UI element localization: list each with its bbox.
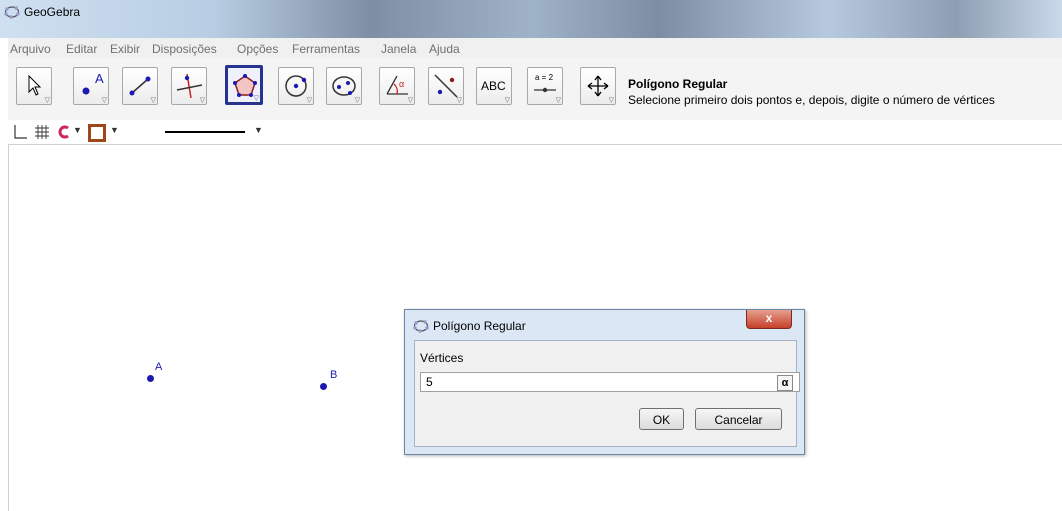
menu-exibir[interactable]: Exibir [110,42,140,56]
title-bar: GeoGebra [0,0,1062,38]
vertices-label: Vértices [420,351,464,365]
color-swatch-icon[interactable] [88,124,106,142]
point-tool-button[interactable]: A ▽ [73,67,109,105]
text-tool-icon: ABC [481,79,506,93]
grid-toggle-icon[interactable] [34,124,50,140]
axes-toggle-icon[interactable] [12,124,28,140]
point-tool-label: A [95,71,104,86]
perpendicular-tool-button[interactable]: ▽ [171,67,207,105]
line-style-icon[interactable] [165,131,245,133]
active-tool-title: Polígono Regular [628,77,728,91]
menu-bar: Arquivo Editar Exibir Disposições Opções… [8,38,1062,59]
menu-janela[interactable]: Janela [381,42,416,56]
active-tool-description: Selecione primeiro dois pontos e, depois… [628,93,995,107]
ok-button[interactable]: OK [639,408,684,430]
point-a[interactable] [147,375,154,382]
menu-disposicoes[interactable]: Disposições [152,42,217,56]
regular-polygon-dialog: Polígono Regular x Vértices α OK Cancela… [404,309,805,455]
reflect-tool-button[interactable]: ▽ [428,67,464,105]
point-a-label: A [155,361,163,373]
vertices-input[interactable] [420,372,800,392]
conic-tool-button[interactable]: ▽ [326,67,362,105]
move-tool-button[interactable]: ▽ [16,67,52,105]
cancel-button[interactable]: Cancelar [695,408,782,430]
geogebra-logo-icon [4,6,20,19]
magnet-icon[interactable] [57,125,71,139]
dialog-title: Polígono Regular [433,319,526,333]
regular-polygon-tool-button[interactable]: ▽ [225,65,263,105]
text-tool-button[interactable]: ABC ▽ [476,67,512,105]
close-button[interactable]: x [746,310,792,329]
point-b[interactable] [320,383,327,390]
color-dropdown-icon[interactable]: ▼ [110,125,119,135]
geogebra-dialog-icon [413,320,429,333]
move-graphics-view-tool-button[interactable]: ▽ [580,67,616,105]
line-style-dropdown-icon[interactable]: ▼ [254,125,263,135]
slider-tool-button[interactable]: a = 2 ▽ [527,67,563,105]
point-b-label: B [330,369,338,381]
line-tool-button[interactable]: ▽ [122,67,158,105]
dialog-body: Vértices α OK Cancelar [414,340,800,447]
magnet-dropdown-icon[interactable]: ▼ [73,125,82,135]
alpha-symbol-button[interactable]: α [777,375,793,391]
menu-arquivo[interactable]: Arquivo [10,42,51,56]
angle-tool-button[interactable]: α ▽ [379,67,415,105]
style-bar: ▼ ▼ ▼ [8,120,1062,145]
svg-text:α: α [399,79,404,89]
window-title: GeoGebra [24,5,81,19]
circle-tool-button[interactable]: ▽ [278,67,314,105]
toolbar: ▽ A ▽ ▽ ▽ ▽ ▽ ▽ α ▽ ▽ ABC ▽ a = 2 ▽ ▽ [8,58,1062,120]
menu-editar[interactable]: Editar [66,42,97,56]
menu-ajuda[interactable]: Ajuda [429,42,460,56]
menu-ferramentas[interactable]: Ferramentas [292,42,360,56]
menu-opcoes[interactable]: Opções [237,42,278,56]
